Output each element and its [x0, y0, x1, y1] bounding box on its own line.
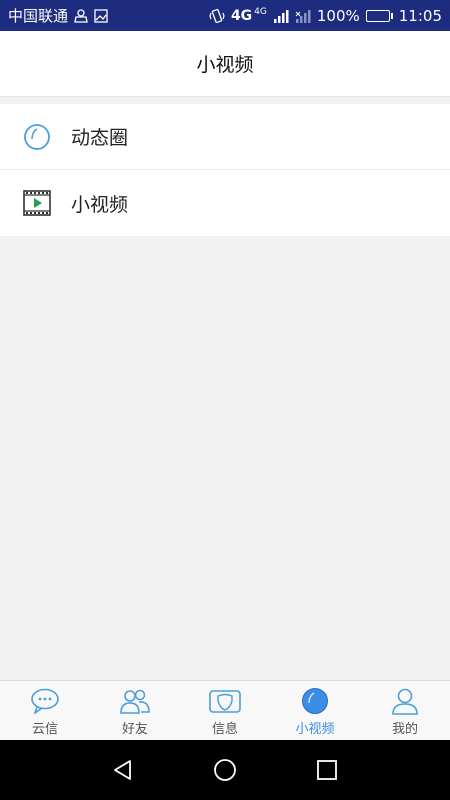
signal-icon	[273, 9, 289, 23]
tab-label: 小视频	[295, 722, 335, 737]
menu-item-label: 小视频	[71, 193, 129, 216]
video-film-icon	[22, 188, 52, 218]
back-icon[interactable]	[108, 755, 138, 785]
page-title: 小视频	[196, 54, 254, 76]
chat-bubble-icon	[29, 687, 61, 715]
battery-charging-icon	[365, 9, 393, 22]
tab-info[interactable]: 信息	[180, 681, 270, 740]
status-bar: 中国联通 4G 4G 100% 11:05	[0, 0, 450, 31]
tab-label: 信息	[211, 722, 238, 737]
image-icon	[94, 8, 108, 23]
tab-friends[interactable]: 好友	[90, 681, 180, 740]
tab-label: 云信	[31, 722, 58, 737]
clock-time: 11:05	[398, 6, 442, 25]
vibrate-icon	[209, 8, 225, 24]
person-icon	[74, 8, 88, 23]
battery-percent: 100%	[316, 6, 360, 25]
bottom-tab-bar: 云信 好友 信息 小视频 我的	[0, 680, 450, 740]
status-left: 中国联通	[8, 5, 108, 26]
menu-list: 动态圈 小视频	[0, 104, 450, 236]
tab-label: 好友	[121, 722, 148, 737]
profile-icon	[389, 687, 421, 715]
tab-mine[interactable]: 我的	[360, 681, 450, 740]
friends-icon	[119, 687, 151, 715]
signal-weak-icon	[295, 9, 311, 23]
moments-circle-icon	[22, 122, 52, 152]
system-nav-bar	[0, 740, 450, 800]
home-icon[interactable]	[210, 755, 240, 785]
network-type: 4G	[230, 7, 253, 24]
network-type-small: 4G	[254, 6, 267, 17]
menu-item-moments[interactable]: 动态圈	[0, 104, 450, 170]
video-circle-icon	[299, 687, 331, 715]
tab-small-video[interactable]: 小视频	[270, 681, 360, 740]
status-right: 4G 4G 100% 11:05	[209, 7, 442, 25]
tab-label: 我的	[391, 722, 418, 737]
recents-icon[interactable]	[312, 755, 342, 785]
info-shield-icon	[209, 687, 241, 715]
carrier-name: 中国联通	[8, 7, 69, 25]
page-header: 小视频	[0, 31, 450, 97]
menu-item-video[interactable]: 小视频	[0, 170, 450, 236]
tab-yunxin[interactable]: 云信	[0, 681, 90, 740]
menu-item-label: 动态圈	[71, 127, 129, 149]
